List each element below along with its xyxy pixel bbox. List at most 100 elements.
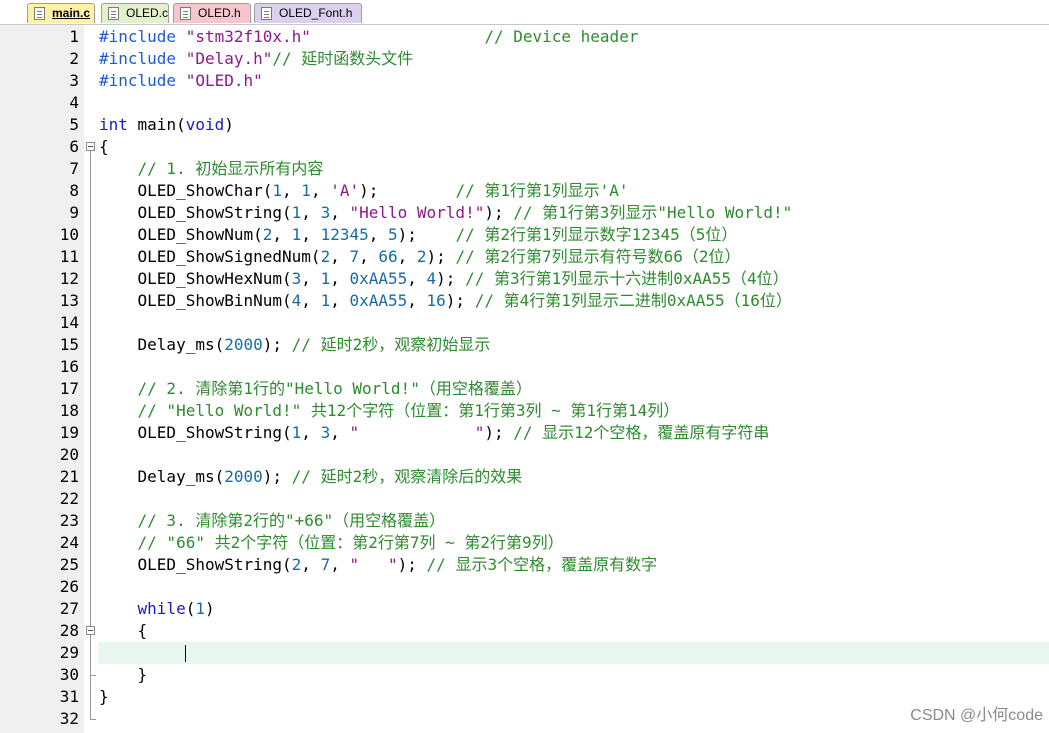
tab-oled-c[interactable]: OLED.c [101,3,169,23]
code-text: OLED_ShowHexNum(3, 1, 0xAA55, 4); // 第3行… [99,269,789,288]
code-line[interactable]: 17 // 2. 清除第1行的"Hello World!"（用空格覆盖） [0,378,1049,400]
fold-end-marker [90,719,96,720]
line-number: 30 [59,665,79,684]
code-line[interactable]: 6{ [0,136,1049,158]
file-icon [180,7,191,20]
code-line[interactable]: 4 [0,92,1049,114]
code-line[interactable]: 3 #include "OLED.h" [0,70,1049,92]
line-number: 25 [59,555,79,574]
file-tab-bar: main.c OLED.c OLED.h OLED_Font.h [0,0,1049,25]
fold-end-marker [90,675,96,676]
line-number: 10 [59,225,79,244]
line-number: 20 [59,445,79,464]
code-line[interactable]: 24 // "66" 共2个字符（位置：第2行第7列 ~ 第2行第9列） [0,532,1049,554]
code-line[interactable]: 27 while(1) [0,598,1049,620]
text-cursor [185,645,186,662]
code-text: OLED_ShowNum(2, 1, 12345, 5); // 第2行第1列显… [99,225,738,244]
tab-label: OLED.h [198,6,241,20]
code-line[interactable]: 25 OLED_ShowString(2, 7, " "); // 显示3个空格… [0,554,1049,576]
code-line[interactable]: 2 #include "Delay.h"// 延时函数头文件 [0,48,1049,70]
line-number: 31 [59,687,79,706]
line-number: 13 [59,291,79,310]
code-text: Delay_ms(2000); // 延时2秒，观察清除后的效果 [99,467,523,486]
line-number: 2 [69,49,79,68]
line-number: 9 [69,203,79,222]
line-number: 12 [59,269,79,288]
tab-main-c[interactable]: main.c [27,3,95,23]
code-line[interactable]: 30 } [0,664,1049,686]
code-line[interactable]: 9 OLED_ShowString(1, 3, "Hello World!");… [0,202,1049,224]
tab-label: OLED.c [126,6,169,20]
code-line[interactable]: 15 Delay_ms(2000); // 延时2秒，观察初始显示 [0,334,1049,356]
line-number: 24 [59,533,79,552]
code-text: { [99,621,148,640]
code-line[interactable]: 5 int main(void) [0,114,1049,136]
code-line[interactable]: 20 [0,444,1049,466]
tab-label: main.c [52,6,91,20]
line-number: 5 [69,115,79,134]
code-text: OLED_ShowChar(1, 1, 'A'); // 第1行第1列显示'A' [99,181,629,200]
line-number: 23 [59,511,79,530]
line-number: 18 [59,401,79,420]
code-text: #include "Delay.h"// 延时函数头文件 [99,49,414,68]
code-text: { [99,137,109,156]
current-line-highlight [98,642,1049,664]
code-text: OLED_ShowString(1, 3, "Hello World!"); /… [99,203,793,222]
code-line[interactable]: 7 // 1. 初始显示所有内容 [0,158,1049,180]
fold-collapse-icon[interactable] [86,626,95,635]
code-line[interactable]: 29 [0,642,1049,664]
code-line[interactable]: 1 #include "stm32f10x.h" // Device header [0,26,1049,48]
line-number: 17 [59,379,79,398]
line-number: 14 [59,313,79,332]
file-icon [34,7,45,20]
code-text: // 1. 初始显示所有内容 [137,159,324,178]
line-number: 1 [69,27,79,46]
code-text: int main(void) [99,115,234,134]
code-line[interactable]: 26 [0,576,1049,598]
code-line[interactable]: 8 OLED_ShowChar(1, 1, 'A'); // 第1行第1列显示'… [0,180,1049,202]
file-icon [108,7,119,20]
code-line[interactable]: 19 OLED_ShowString(1, 3, " "); // 显示12个空… [0,422,1049,444]
code-text: } [99,665,148,684]
watermark: CSDN @小何code [910,707,1043,724]
line-number: 7 [69,159,79,178]
line-number: 26 [59,577,79,596]
line-number: 15 [59,335,79,354]
code-line[interactable]: 28 { [0,620,1049,642]
code-text: OLED_ShowBinNum(4, 1, 0xAA55, 16); // 第4… [99,291,792,310]
code-line[interactable]: 18 // "Hello World!" 共12个字符（位置：第1行第3列 ~ … [0,400,1049,422]
code-text: #include "stm32f10x.h" // Device header [99,27,639,46]
line-number: 4 [69,93,79,112]
tab-oled-font-h[interactable]: OLED_Font.h [254,3,362,23]
line-number: 3 [69,71,79,90]
tab-label: OLED_Font.h [279,6,353,20]
code-line[interactable]: 11 OLED_ShowSignedNum(2, 7, 66, 2); // 第… [0,246,1049,268]
file-icon [261,7,272,20]
line-number: 22 [59,489,79,508]
code-text: #include "OLED.h" [99,71,263,90]
fold-guide-line [90,635,91,675]
code-line[interactable]: 16 [0,356,1049,378]
code-line[interactable]: 32 [0,708,1049,730]
code-text: // "66" 共2个字符（位置：第2行第7列 ~ 第2行第9列） [137,533,564,552]
code-line[interactable]: 22 [0,488,1049,510]
code-editor[interactable]: 1 #include "stm32f10x.h" // Device header… [0,25,1049,733]
code-text: while(1) [137,599,215,618]
code-line[interactable]: 21 Delay_ms(2000); // 延时2秒，观察清除后的效果 [0,466,1049,488]
code-line[interactable]: 10 OLED_ShowNum(2, 1, 12345, 5); // 第2行第… [0,224,1049,246]
line-number: 16 [59,357,79,376]
line-number: 11 [59,247,79,266]
tab-oled-h[interactable]: OLED.h [173,3,251,23]
line-number: 27 [59,599,79,618]
line-number: 6 [69,137,79,156]
code-text: OLED_ShowString(2, 7, " "); // 显示3个空格，覆盖… [99,555,658,574]
code-line[interactable]: 23 // 3. 清除第2行的"+66"（用空格覆盖） [0,510,1049,532]
line-number: 8 [69,181,79,200]
code-line[interactable]: 14 [0,312,1049,334]
code-line[interactable]: 13 OLED_ShowBinNum(4, 1, 0xAA55, 16); //… [0,290,1049,312]
code-line[interactable]: 12 OLED_ShowHexNum(3, 1, 0xAA55, 4); // … [0,268,1049,290]
code-line[interactable]: 31} [0,686,1049,708]
code-text: } [99,687,109,706]
fold-collapse-icon[interactable] [86,142,95,151]
line-number: 28 [59,621,79,640]
